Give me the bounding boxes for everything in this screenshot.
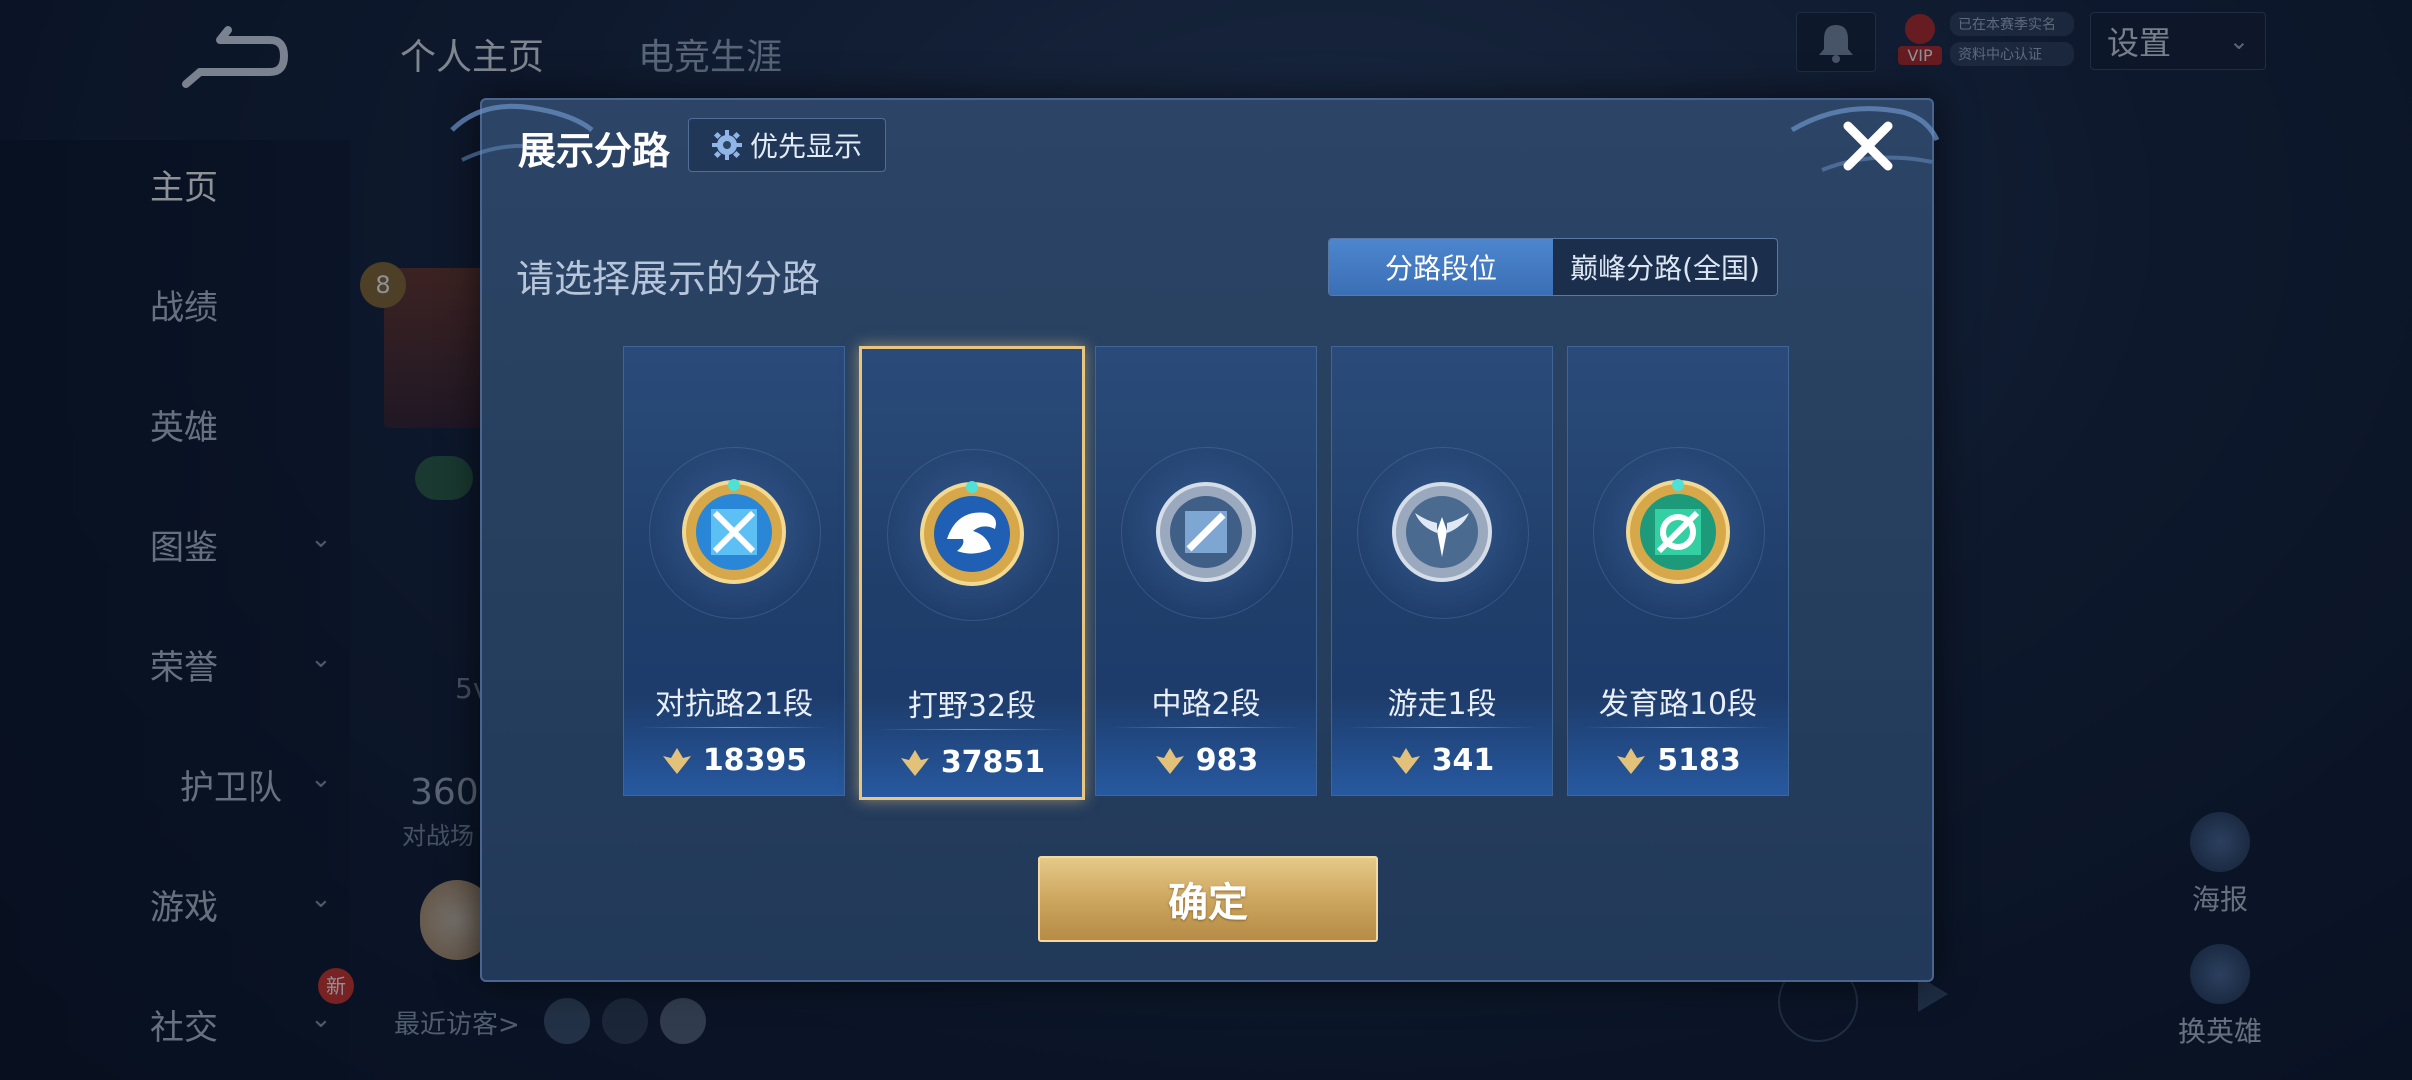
divider: [878, 729, 1066, 730]
lane-score-value: 18395: [702, 743, 808, 778]
confirm-button[interactable]: 确定: [1038, 856, 1378, 942]
target-emblem-icon: [1626, 479, 1730, 584]
lane-score-value: 983: [1195, 743, 1259, 778]
toggle-peak-lane[interactable]: 巅峰分路(全国): [1553, 239, 1777, 295]
combat-power-icon: [900, 749, 929, 776]
lane-card-mid[interactable]: 中路2段 983: [1095, 346, 1317, 796]
lane-score-value: 5183: [1657, 743, 1741, 778]
dialog-subtitle: 请选择展示的分路: [516, 257, 821, 301]
gear-icon: [711, 130, 742, 160]
priority-display-label: 优先显示: [749, 130, 862, 163]
lane-label: 发育路10段: [1598, 687, 1758, 722]
lane-score: 983: [1096, 743, 1316, 778]
lane-score: 18395: [624, 743, 844, 778]
lane-card-jungle[interactable]: 打野32段 37851: [859, 346, 1085, 800]
dialog-title: 展示分路: [518, 129, 671, 173]
lane-score-value: 341: [1431, 743, 1495, 778]
confirm-label: 确定: [1168, 880, 1248, 926]
lane-display-dialog: 展示分路 优先显示 请选择展示的分路 分路段位 巅峰分路(全国) 对抗路21段 …: [450, 98, 1940, 982]
lane-score: 5183: [1568, 743, 1788, 778]
wings-emblem-icon: [1392, 482, 1492, 582]
combat-power-icon: [1391, 747, 1420, 774]
divider: [640, 727, 828, 728]
lane-score-value: 37851: [940, 745, 1046, 780]
rank-type-toggle: 分路段位 巅峰分路(全国): [1328, 238, 1778, 296]
lane-label: 游走1段: [1387, 687, 1497, 722]
close-icon[interactable]: [1838, 116, 1898, 176]
divider: [1112, 727, 1300, 728]
staff-emblem-icon: [1156, 482, 1256, 582]
combat-power-icon: [1155, 747, 1184, 774]
divider: [1348, 727, 1536, 728]
lane-label: 对抗路21段: [654, 687, 814, 722]
lane-label: 中路2段: [1151, 687, 1261, 722]
lane-score: 341: [1332, 743, 1552, 778]
lane-card-roam[interactable]: 游走1段 341: [1331, 346, 1553, 796]
priority-display-button[interactable]: 优先显示: [688, 118, 886, 172]
combat-power-icon: [662, 747, 691, 774]
toggle-lane-rank[interactable]: 分路段位: [1329, 239, 1553, 295]
dragon-emblem-icon: [920, 481, 1024, 586]
lane-card-top[interactable]: 对抗路21段 18395: [623, 346, 845, 796]
combat-power-icon: [1617, 747, 1646, 774]
lane-card-bottom[interactable]: 发育路10段 5183: [1567, 346, 1789, 796]
lane-score: 37851: [862, 745, 1082, 780]
lane-label: 打野32段: [907, 689, 1037, 724]
divider: [1584, 727, 1772, 728]
crossed-swords-emblem-icon: [682, 479, 786, 584]
